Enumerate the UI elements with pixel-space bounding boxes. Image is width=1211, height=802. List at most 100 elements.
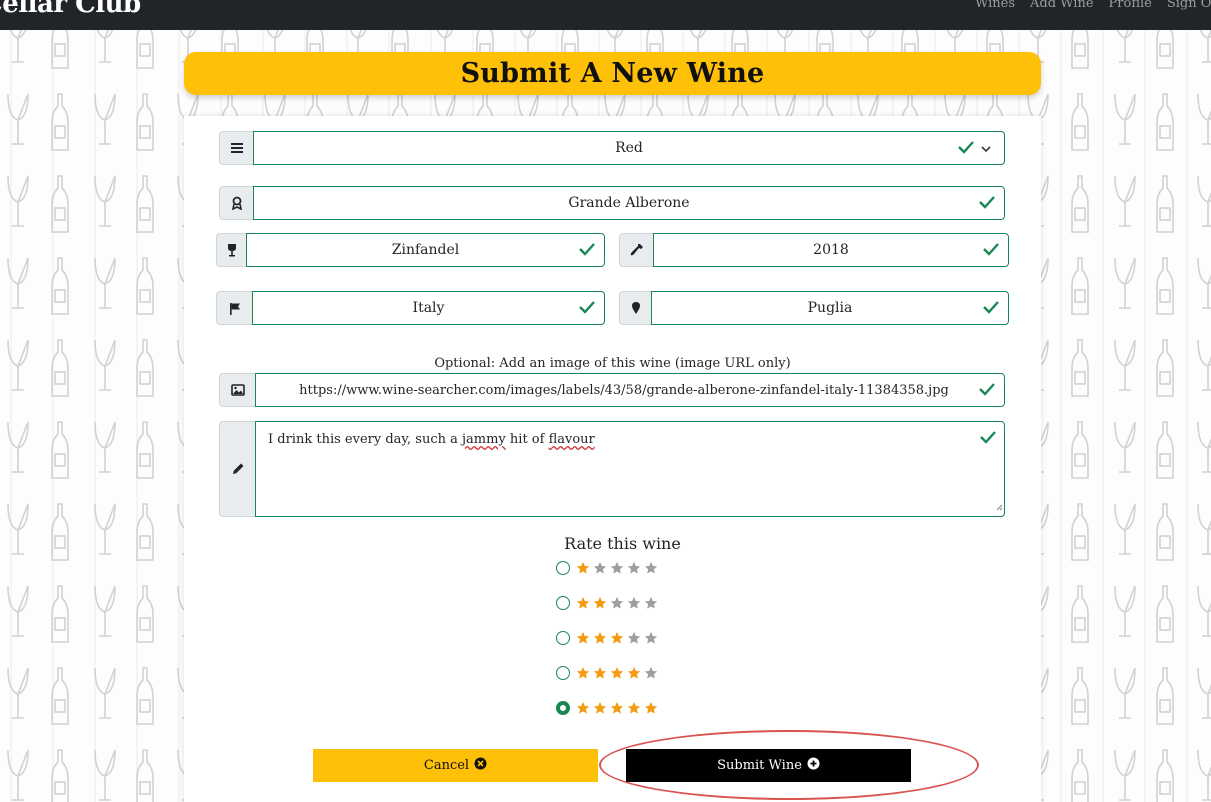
page-header-banner: Submit A New Wine <box>184 52 1041 95</box>
star-filled-icon <box>576 666 590 679</box>
image-url-input[interactable]: https://www.wine-searcher.com/images/lab… <box>255 373 1005 407</box>
notes-text-start: I drink this every day, such a <box>268 432 462 447</box>
star-filled-icon <box>644 701 658 714</box>
cancel-button[interactable]: Cancel <box>313 749 598 782</box>
star-empty-icon <box>627 596 641 609</box>
close-circle-icon <box>474 757 487 774</box>
chevron-down-icon <box>980 142 992 158</box>
winery-group: Grande Alberone <box>219 186 1005 220</box>
notes-textarea[interactable]: I drink this every day, such a jammy hit… <box>255 421 1005 517</box>
valid-check-icon <box>579 242 595 260</box>
rating-option-1[interactable] <box>556 561 659 575</box>
notes-misspelled-word: flavour <box>548 432 595 447</box>
country-group: Italy <box>216 291 605 325</box>
submit-label: Submit Wine <box>717 758 802 773</box>
valid-check-icon <box>979 382 995 400</box>
star-empty-icon <box>627 561 641 574</box>
grape-group: Zinfandel <box>216 233 605 267</box>
grape-input[interactable]: Zinfandel <box>246 233 605 267</box>
rating-radio-2[interactable] <box>556 596 570 610</box>
flag-icon <box>216 291 252 325</box>
country-value: Italy <box>412 300 445 316</box>
nav-link-sign-out[interactable]: Sign Out <box>1167 0 1211 11</box>
rating-option-2[interactable] <box>556 596 659 610</box>
image-url-value: https://www.wine-searcher.com/images/lab… <box>299 382 949 398</box>
grape-value: Zinfandel <box>391 242 460 258</box>
valid-check-icon <box>579 300 595 318</box>
rating-radio-5[interactable] <box>556 701 570 715</box>
rating-option-5[interactable] <box>556 701 659 715</box>
country-input[interactable]: Italy <box>252 291 605 325</box>
star-filled-icon <box>593 596 607 609</box>
star-rating <box>575 666 659 680</box>
valid-check-icon <box>980 430 996 448</box>
rating-radio-4[interactable] <box>556 666 570 680</box>
star-empty-icon <box>610 596 624 609</box>
winery-input[interactable]: Grande Alberone <box>253 186 1005 220</box>
rating-option-4[interactable] <box>556 666 659 680</box>
award-icon <box>219 186 253 220</box>
region-value: Puglia <box>807 300 853 316</box>
list-icon <box>219 131 253 165</box>
nav-links: Wines Add Wine Profile Sign Out <box>975 0 1211 11</box>
wine-type-value: Red <box>615 140 643 156</box>
valid-check-icon <box>983 242 999 260</box>
star-filled-icon <box>610 666 624 679</box>
brand-logo[interactable]: Cellar Club <box>0 0 141 19</box>
star-filled-icon <box>610 701 624 714</box>
wine-type-group: Red <box>219 131 1005 165</box>
plus-circle-icon <box>807 757 820 774</box>
wine-bottle-icon <box>619 233 653 267</box>
map-pin-icon <box>619 291 651 325</box>
star-empty-icon <box>593 561 607 574</box>
pencil-icon <box>219 421 255 517</box>
star-filled-icon <box>593 666 607 679</box>
star-empty-icon <box>644 666 658 679</box>
star-filled-icon <box>593 631 607 644</box>
notes-misspelled-word: jammy <box>462 432 506 447</box>
region-group: Puglia <box>619 291 1009 325</box>
year-input[interactable]: 2018 <box>653 233 1009 267</box>
star-rating <box>575 561 659 575</box>
star-empty-icon <box>644 631 658 644</box>
image-url-label: Optional: Add an image of this wine (ima… <box>434 356 791 371</box>
rating-radio-3[interactable] <box>556 631 570 645</box>
region-input[interactable]: Puglia <box>651 291 1009 325</box>
notes-group: I drink this every day, such a jammy hit… <box>219 421 1005 517</box>
star-filled-icon <box>610 631 624 644</box>
valid-check-icon <box>983 300 999 318</box>
wine-glass-icon <box>216 233 246 267</box>
nav-link-add-wine[interactable]: Add Wine <box>1030 0 1094 11</box>
wine-type-select[interactable]: Red <box>253 131 1005 165</box>
star-filled-icon <box>576 596 590 609</box>
image-url-group: https://www.wine-searcher.com/images/lab… <box>219 373 1005 407</box>
nav-link-profile[interactable]: Profile <box>1109 0 1152 11</box>
star-empty-icon <box>644 596 658 609</box>
top-navbar: Cellar Club Wines Add Wine Profile Sign … <box>0 0 1211 30</box>
nav-link-wines[interactable]: Wines <box>975 0 1015 11</box>
page-title: Submit A New Wine <box>460 58 765 89</box>
star-filled-icon <box>576 631 590 644</box>
star-filled-icon <box>593 701 607 714</box>
star-filled-icon <box>576 561 590 574</box>
cancel-label: Cancel <box>423 758 470 773</box>
wine-form-card: Red Grande Alberone Zinfandel 2018 Italy… <box>184 116 1041 802</box>
star-empty-icon <box>610 561 624 574</box>
star-filled-icon <box>627 666 641 679</box>
image-icon <box>219 373 255 407</box>
rating-radio-1[interactable] <box>556 561 570 575</box>
star-rating <box>575 631 659 645</box>
resize-handle-icon[interactable] <box>995 500 1003 515</box>
star-filled-icon <box>576 701 590 714</box>
star-rating <box>575 701 659 715</box>
star-empty-icon <box>627 631 641 644</box>
winery-value: Grande Alberone <box>568 195 690 211</box>
year-value: 2018 <box>813 242 849 258</box>
valid-check-icon <box>979 195 995 213</box>
star-filled-icon <box>627 701 641 714</box>
valid-check-icon <box>958 140 974 158</box>
rating-option-3[interactable] <box>556 631 659 645</box>
submit-wine-button[interactable]: Submit Wine <box>626 749 911 782</box>
rating-title: Rate this wine <box>564 534 681 553</box>
star-rating <box>575 596 659 610</box>
